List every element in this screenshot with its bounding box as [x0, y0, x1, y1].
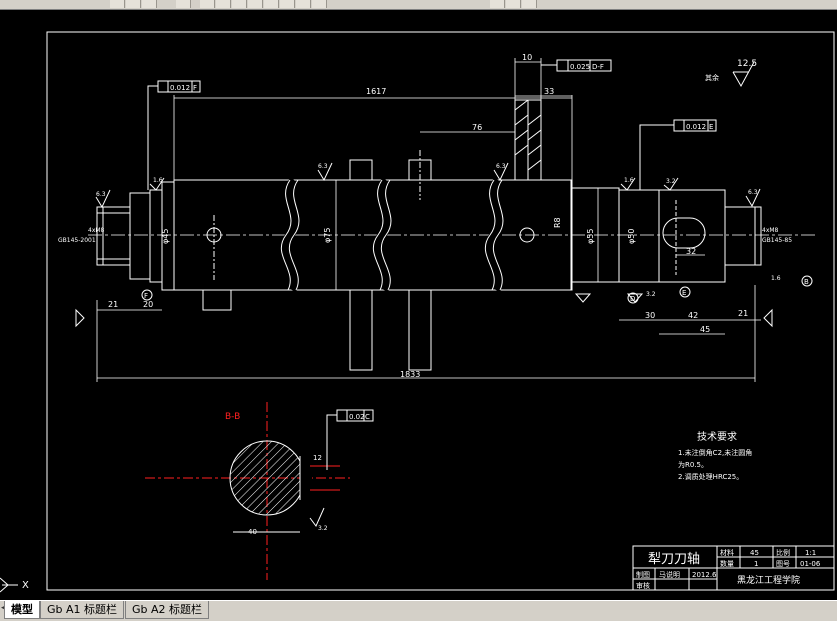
- svg-text:F: F: [193, 84, 197, 92]
- dim-30: 30: [645, 311, 655, 320]
- svg-text:0.012: 0.012: [170, 84, 190, 92]
- section-dim-40: 40: [248, 528, 257, 536]
- roughness-6-3-a: 6.3: [96, 191, 106, 198]
- dimension-lines: [96, 58, 761, 382]
- toolbar-button[interactable]: [296, 0, 311, 8]
- svg-text:图号: 图号: [776, 560, 790, 568]
- thread-right: 4xM8: [762, 227, 779, 234]
- school-name: 黑龙江工程学院: [737, 574, 800, 586]
- dim-76: 76: [472, 123, 482, 132]
- dim-dia55: φ55: [586, 229, 595, 244]
- dim-1617: 1617: [366, 87, 386, 96]
- dim-dia75: φ75: [323, 228, 332, 243]
- svg-text:1:1: 1:1: [805, 549, 816, 557]
- gb-left: GB145-2001: [58, 237, 96, 244]
- drawing-canvas[interactable]: 12.5 其余 1833 1617 10 33 76 21 20 30 42 4…: [0, 10, 837, 600]
- toolbar-button[interactable]: [110, 0, 125, 8]
- dim-dia45: φ45: [161, 229, 170, 244]
- svg-text:1.未注倒角C2,未注圆角: 1.未注倒角C2,未注圆角: [678, 448, 752, 457]
- keyway-slot: [662, 217, 706, 249]
- roughness-general: 12.5 其余: [705, 59, 757, 88]
- svg-text:马说明: 马说明: [659, 570, 680, 579]
- toolbar-button[interactable]: [506, 0, 521, 8]
- datum-f: F: [144, 292, 148, 300]
- svg-text:材料: 材料: [720, 548, 734, 557]
- svg-text:其余: 其余: [705, 73, 719, 82]
- svg-text:B-B: B-B: [225, 412, 240, 422]
- dim-33: 33: [544, 87, 554, 96]
- dim-32: 32: [686, 247, 696, 256]
- toolbar-button[interactable]: [126, 0, 141, 8]
- svg-text:0.012: 0.012: [686, 123, 706, 131]
- toolbar-button[interactable]: [142, 0, 157, 8]
- cad-toolbar: [0, 0, 837, 10]
- toolbar-button[interactable]: [176, 0, 191, 8]
- svg-text:审核: 审核: [636, 581, 650, 590]
- ucs-icon: X: [0, 577, 29, 593]
- roughness-6-3-c: 6.3: [496, 163, 506, 170]
- gdt-parallel-top: 0.025 D-F: [541, 59, 612, 72]
- roughness-3-2-b: 3.2: [646, 291, 656, 298]
- cad-drawing: 12.5 其余 1833 1617 10 33 76 21 20 30 42 4…: [0, 31, 835, 593]
- svg-text:为R0.5。: 为R0.5。: [678, 460, 708, 469]
- tab-model[interactable]: 模型: [4, 601, 40, 619]
- roughness-6-3-b: 6.3: [318, 163, 328, 170]
- roughness-6-3-d: 6.3: [748, 189, 758, 196]
- toolbar-button[interactable]: [312, 0, 327, 8]
- gdt-runout-right: 0.012 E: [639, 119, 717, 190]
- svg-text:数量: 数量: [720, 559, 734, 568]
- svg-text:X: X: [22, 580, 29, 591]
- tab-gb-a1[interactable]: Gb A1 标题栏: [40, 601, 125, 619]
- toolbar-button[interactable]: [490, 0, 505, 8]
- toolbar-button[interactable]: [232, 0, 247, 8]
- toolbar-button[interactable]: [248, 0, 263, 8]
- dim-21: 21: [108, 300, 118, 309]
- dim-45: 45: [700, 325, 710, 334]
- blade-mounts: [202, 150, 432, 371]
- layout-tabs: ◀ 模型 Gb A1 标题栏 Gb A2 标题栏: [0, 600, 837, 621]
- svg-text:D-F: D-F: [592, 63, 604, 71]
- svg-text:技术要求: 技术要求: [697, 430, 737, 443]
- svg-text:3.2: 3.2: [318, 525, 328, 532]
- svg-text:45: 45: [750, 549, 759, 557]
- toolbar-button[interactable]: [280, 0, 295, 8]
- dim-r8: R8: [553, 217, 562, 228]
- technical-requirements: 技术要求 1.未注倒角C2,未注圆角 为R0.5。 2.调质处理HRC25。: [678, 430, 752, 481]
- svg-text:E: E: [709, 123, 713, 131]
- roughness-1-6-c: 1.6: [771, 275, 781, 282]
- section-dim-12: 12: [313, 454, 322, 462]
- toolbar-button[interactable]: [200, 0, 215, 8]
- key-block: [514, 99, 542, 181]
- drawing-border: [46, 31, 835, 591]
- datum-e: E: [682, 289, 686, 297]
- section-bb: B-B 40 12 0.02 C 3.2: [145, 402, 374, 580]
- datum-b: B: [804, 278, 809, 286]
- drawing-title: 犁刀刀轴: [648, 552, 700, 567]
- svg-text:2.调质处理HRC25。: 2.调质处理HRC25。: [678, 472, 743, 481]
- svg-text:0.025: 0.025: [570, 63, 590, 71]
- toolbar-button[interactable]: [264, 0, 279, 8]
- datum-d: D: [630, 295, 635, 303]
- svg-text:12.5: 12.5: [737, 59, 757, 69]
- svg-text:1: 1: [754, 560, 758, 568]
- svg-text:0.02: 0.02: [349, 413, 365, 421]
- gb-right: GB145-85: [762, 237, 792, 244]
- dim-total-length: 1833: [400, 370, 420, 379]
- dim-42: 42: [688, 311, 698, 320]
- svg-text:2012.6: 2012.6: [692, 571, 717, 579]
- toolbar-button[interactable]: [216, 0, 231, 8]
- dim-dia50: φ50: [627, 229, 636, 244]
- dim-20: 20: [143, 300, 153, 309]
- svg-text:比例: 比例: [776, 548, 790, 557]
- svg-text:01-06: 01-06: [800, 560, 821, 568]
- thread-left: 4xM8: [88, 227, 105, 234]
- toolbar-button[interactable]: [522, 0, 537, 8]
- svg-text:C: C: [365, 413, 370, 421]
- dim-10: 10: [522, 53, 532, 62]
- dim-21b: 21: [738, 309, 748, 318]
- svg-text:制图: 制图: [636, 570, 650, 579]
- tab-gb-a2[interactable]: Gb A2 标题栏: [125, 601, 210, 619]
